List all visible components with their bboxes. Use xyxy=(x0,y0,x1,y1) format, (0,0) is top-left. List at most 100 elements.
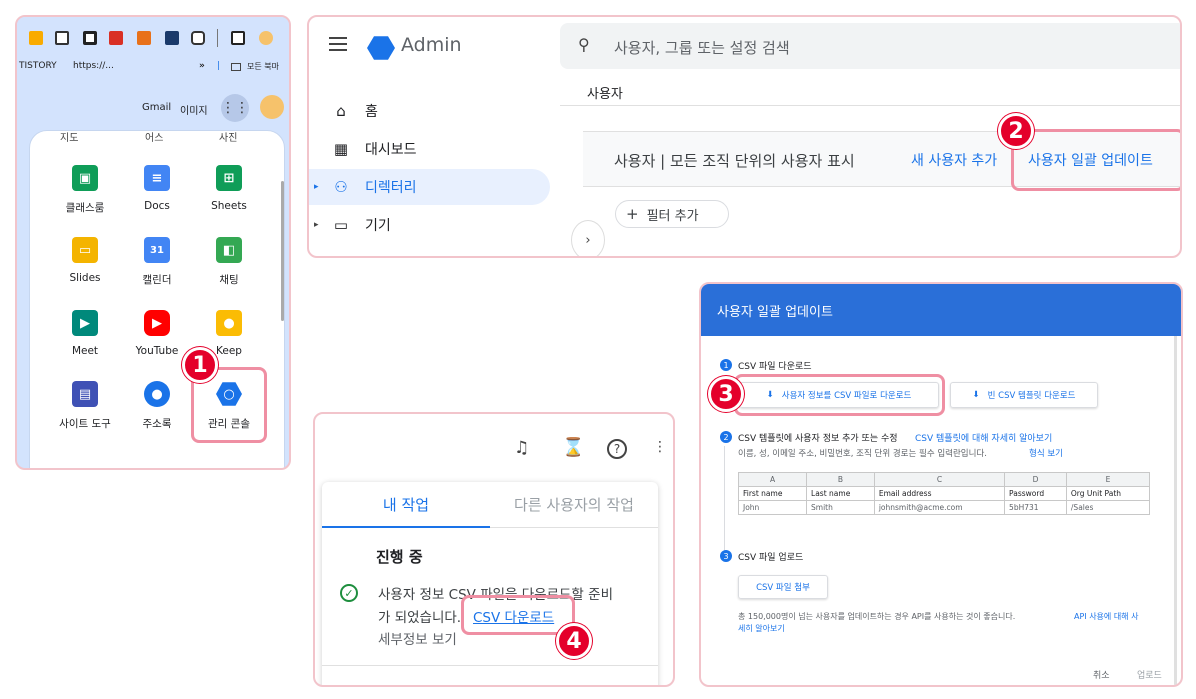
highlight-download-user-info xyxy=(734,374,945,416)
bookmark-link[interactable]: https://... xyxy=(73,61,114,71)
button-label: 빈 CSV 템플릿 다운로드 xyxy=(987,391,1076,401)
gmail-link[interactable]: Gmail xyxy=(142,102,171,113)
app-label: 지도 xyxy=(60,133,79,144)
extension-icon[interactable] xyxy=(29,31,43,45)
app-youtube[interactable]: ▶ YouTube xyxy=(122,310,192,357)
app-calendar[interactable]: 31 캘린더 xyxy=(122,237,192,287)
collapse-nav-button[interactable]: › xyxy=(571,220,605,256)
apps-grid-icon[interactable]: ⋮⋮ xyxy=(221,94,249,122)
divider xyxy=(217,29,218,47)
download-blank-template-button[interactable]: ⬇ 빈 CSV 템플릿 다운로드 xyxy=(950,382,1098,408)
help-icon[interactable]: ? xyxy=(607,439,627,459)
plus-icon: + xyxy=(626,205,639,223)
sidepanel-icon[interactable] xyxy=(231,31,245,45)
tasks-card: 내 작업 다른 사용자의 작업 진행 중 ✓ 사용자 정보 CSV 파일을 다운… xyxy=(322,482,658,685)
add-filter-chip[interactable]: + 필터 추가 xyxy=(615,200,729,228)
app-label: Docs xyxy=(144,200,170,212)
attach-csv-button[interactable]: CSV 파일 첨부 xyxy=(738,575,828,599)
table-row: John Smith johnsmith@acme.com 5bH731 /Sa… xyxy=(737,500,1151,515)
upload-button[interactable]: 업로드 xyxy=(1137,668,1162,681)
table-cell: C xyxy=(873,472,1006,487)
pdf-icon[interactable] xyxy=(109,31,123,45)
app-slides[interactable]: ▭ Slides xyxy=(50,237,120,284)
table-cell: First name xyxy=(737,486,808,501)
meet-icon: ▶ xyxy=(72,310,98,336)
app-sites[interactable]: ▤ 사이트 도구 xyxy=(50,381,120,431)
add-user-button[interactable]: 새 사용자 추가 xyxy=(911,150,997,170)
avatar[interactable] xyxy=(260,95,284,119)
youtube-icon: ▶ xyxy=(144,310,170,336)
step-badge-3: 3 xyxy=(708,376,744,412)
table-cell: A xyxy=(737,472,808,487)
app-label: Slides xyxy=(69,272,101,284)
step-badge-1: 1 xyxy=(182,347,218,383)
table-letter-row: A B C D E xyxy=(737,472,1151,487)
brand-title: Admin xyxy=(401,34,462,56)
step-badge-4: 4 xyxy=(556,623,592,659)
puzzle-icon[interactable] xyxy=(191,31,205,45)
notion-icon[interactable] xyxy=(55,31,69,45)
nav-label: 기기 xyxy=(365,218,391,234)
admin-logo-icon xyxy=(367,36,395,60)
filter-label: 필터 추가 xyxy=(646,208,699,224)
step-2-icon: 2 xyxy=(720,431,732,443)
download-icon: ⬇ xyxy=(972,390,980,400)
app-label: Keep xyxy=(216,345,242,357)
profile-icon[interactable] xyxy=(259,31,273,45)
docs-icon: ≡ xyxy=(144,165,170,191)
api-help-link-1[interactable]: API 사용에 대해 사 xyxy=(1074,611,1138,622)
scrollbar[interactable] xyxy=(281,181,284,321)
hourglass-icon[interactable]: ⌛ xyxy=(562,437,584,458)
bookmark-tistory[interactable]: TISTORY xyxy=(19,61,57,71)
nav-devices[interactable]: ▭ 기기 xyxy=(331,215,391,235)
app-meet[interactable]: ▶ Meet xyxy=(50,310,120,357)
table-cell: John xyxy=(737,500,808,515)
card-title: 사용자 | 모든 조직 단위의 사용자 표시 xyxy=(614,152,855,170)
tab-others-tasks[interactable]: 다른 사용자의 작업 xyxy=(490,482,658,528)
step-connector xyxy=(724,446,725,558)
app-contacts[interactable]: ● 주소록 xyxy=(122,381,192,431)
api-note: 총 150,000명이 넘는 사용자를 업데이트하는 경우 API를 사용하는 … xyxy=(738,612,1016,621)
csv-example-table: A B C D E First name Last name Email add… xyxy=(737,472,1151,515)
apps-grid-icon[interactable]: ⋮⋮ xyxy=(653,439,673,455)
table-cell: johnsmith@acme.com xyxy=(873,500,1006,515)
check-circle-icon: ✓ xyxy=(340,584,358,602)
nav-dashboard[interactable]: ▦ 대시보드 xyxy=(331,139,417,159)
bookmark-all[interactable]: 모든 북마 xyxy=(247,61,279,72)
nav-label: 대시보드 xyxy=(365,142,417,158)
extension-icon[interactable] xyxy=(137,31,151,45)
keep-icon: ● xyxy=(216,310,242,336)
template-help-link[interactable]: CSV 템플릿에 대해 자세히 알아보기 xyxy=(915,431,1052,444)
sheets-icon: ⊞ xyxy=(216,165,242,191)
expand-icon[interactable]: ▸ xyxy=(314,220,319,230)
app-docs[interactable]: ≡ Docs xyxy=(122,165,192,212)
table-cell: B xyxy=(806,472,875,487)
expand-icon[interactable]: ▸ xyxy=(314,182,319,192)
images-link[interactable]: 이미지 xyxy=(180,102,208,117)
bell-icon[interactable]: ♫ xyxy=(514,438,529,458)
table-header-row: First name Last name Email address Passw… xyxy=(737,486,1151,501)
nav-label: 홈 xyxy=(365,104,378,120)
nav-home[interactable]: ⌂ 홈 xyxy=(331,101,378,121)
app-sheets[interactable]: ⊞ Sheets xyxy=(194,165,264,212)
cancel-button[interactable]: 취소 xyxy=(1093,668,1110,681)
search-bar[interactable]: ⚲ 사용자, 그룹 또는 설정 검색 xyxy=(560,23,1180,69)
format-link[interactable]: 형식 보기 xyxy=(1029,447,1063,459)
api-help-link-2[interactable]: 세히 알아보기 xyxy=(738,623,785,634)
dialog-title: 사용자 일괄 업데이트 xyxy=(717,305,833,320)
app-label: 어스 xyxy=(145,133,164,144)
nav-directory[interactable]: ⚇ 디렉터리 xyxy=(331,177,416,197)
menu-icon[interactable] xyxy=(329,37,347,51)
scrollbar[interactable] xyxy=(1174,336,1177,685)
devices-icon: ▭ xyxy=(333,216,349,234)
details-link[interactable]: 세부정보 보기 xyxy=(378,628,457,648)
extension-icon[interactable] xyxy=(165,31,179,45)
tab-my-tasks[interactable]: 내 작업 xyxy=(322,482,490,528)
app-chat[interactable]: ◧ 채팅 xyxy=(194,237,264,287)
app-classroom[interactable]: ▣ 클래스룸 xyxy=(50,165,120,215)
extension-icon[interactable] xyxy=(83,31,97,45)
search-input[interactable]: 사용자, 그룹 또는 설정 검색 xyxy=(614,37,790,58)
app-label: Sheets xyxy=(211,200,247,212)
table-cell: Email address xyxy=(873,486,1006,501)
more-bookmarks-icon[interactable]: » xyxy=(199,61,205,71)
